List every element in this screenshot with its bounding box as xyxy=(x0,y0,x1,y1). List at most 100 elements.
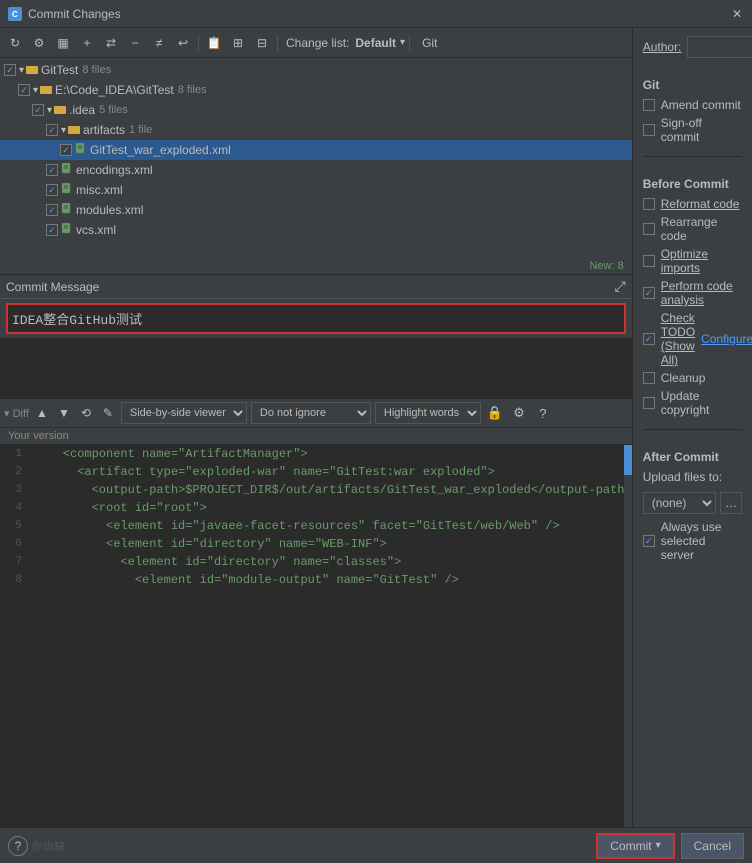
diff-line: 5 <element id="javaee-facet-resources" f… xyxy=(0,517,632,535)
cleanup-checkbox[interactable] xyxy=(643,372,655,384)
tree-checkbox[interactable]: ✓ xyxy=(4,64,16,76)
revert-button[interactable]: ↩ xyxy=(172,32,194,54)
upload-more-button[interactable]: … xyxy=(720,492,742,514)
diff-edit-button[interactable]: ✎ xyxy=(99,404,117,422)
bottom-left: ? 你尚缺 xyxy=(8,836,65,856)
tree-arrow-icon: ▾ xyxy=(47,105,52,116)
copyright-label[interactable]: Update copyright xyxy=(661,389,742,417)
refresh-button[interactable]: ↻ xyxy=(4,32,26,54)
file-icon xyxy=(61,163,73,178)
left-panel: ↻ ⚙ ▦ + ⇄ − ≠ ↩ 📋 ⊞ ⊟ Change list: Defau… xyxy=(0,28,633,827)
author-row: Author: xyxy=(643,36,742,58)
todo-row: ✓ Check TODO (Show All) Configure xyxy=(643,311,742,367)
tree-item[interactable]: ✓▾artifacts1 file xyxy=(0,120,632,140)
lock-icon[interactable]: 🔒 xyxy=(485,403,505,423)
tree-item[interactable]: ✓▾E:\Code_IDEA\GitTest8 files xyxy=(0,80,632,100)
cancel-button[interactable]: Cancel xyxy=(681,833,744,859)
reformat-checkbox[interactable] xyxy=(643,198,655,210)
show-all-button[interactable]: ⊟ xyxy=(251,32,273,54)
tree-item[interactable]: ✓modules.xml xyxy=(0,200,632,220)
settings-button[interactable]: ⚙ xyxy=(28,32,50,54)
gear-icon[interactable]: ⚙ xyxy=(509,403,529,423)
file-name: GitTest xyxy=(41,63,78,77)
close-button[interactable]: ✕ xyxy=(730,7,744,21)
watermark-text: 你尚缺 xyxy=(32,838,65,854)
cleanup-label[interactable]: Cleanup xyxy=(661,371,706,385)
new-badge: New: 8 xyxy=(0,258,632,275)
diff-title[interactable]: ▾ Diff xyxy=(4,407,29,420)
diff-up-button[interactable]: ▲ xyxy=(33,404,51,422)
show-diff-button[interactable]: ⊞ xyxy=(227,32,249,54)
group-button[interactable]: ▦ xyxy=(52,32,74,54)
analyze-checkbox[interactable]: ✓ xyxy=(643,287,655,299)
tree-checkbox[interactable]: ✓ xyxy=(46,204,58,216)
rearrange-label[interactable]: Rearrange code xyxy=(661,215,742,243)
window-icon: C xyxy=(8,7,22,21)
commit-message-text[interactable]: IDEA整合GitHub测试 xyxy=(12,309,620,328)
expand-icon[interactable]: ⤢ xyxy=(615,278,626,295)
tree-item[interactable]: ✓▾.idea5 files xyxy=(0,100,632,120)
file-icon xyxy=(68,123,80,138)
add-button[interactable]: + xyxy=(76,32,98,54)
todo-checkbox[interactable]: ✓ xyxy=(643,333,655,345)
commit-message-section: Commit Message ⤢ IDEA整合GitHub测试 xyxy=(0,275,632,399)
reformat-label[interactable]: Reformat code xyxy=(661,197,740,211)
move-button[interactable]: ⇄ xyxy=(100,32,122,54)
file-icon xyxy=(75,143,87,158)
help-diff-icon[interactable]: ? xyxy=(533,403,553,423)
history-button[interactable]: 📋 xyxy=(203,32,225,54)
viewer-select[interactable]: Side-by-side viewer Unified viewer xyxy=(121,402,247,424)
diff-scrollbar-thumb[interactable] xyxy=(624,445,632,475)
tree-item[interactable]: ✓▾GitTest8 files xyxy=(0,60,632,80)
ignore-select[interactable]: Do not ignore Ignore whitespace xyxy=(251,402,371,424)
upload-select[interactable]: (none) xyxy=(643,492,716,514)
diff-back-button[interactable]: ⟲ xyxy=(77,404,95,422)
amend-commit-row: Amend commit xyxy=(643,98,742,112)
tree-item[interactable]: ✓ GitTest_war_exploded.xml xyxy=(0,140,632,160)
remove-button[interactable]: − xyxy=(124,32,146,54)
amend-commit-label[interactable]: Amend commit xyxy=(661,98,741,112)
analyze-label[interactable]: Perform code analysis xyxy=(661,279,742,307)
rearrange-row: Rearrange code xyxy=(643,215,742,243)
file-name: GitTest_war_exploded.xml xyxy=(90,143,231,157)
tree-checkbox[interactable]: ✓ xyxy=(18,84,30,96)
commit-message-box[interactable]: IDEA整合GitHub测试 xyxy=(6,303,626,334)
file-tree[interactable]: ✓▾GitTest8 files✓▾E:\Code_IDEA\GitTest8 … xyxy=(0,58,632,258)
always-use-checkbox[interactable]: ✓ xyxy=(643,535,655,547)
diff-down-button[interactable]: ▼ xyxy=(55,404,73,422)
commit-button[interactable]: Commit ▾ xyxy=(596,833,674,859)
tree-checkbox[interactable]: ✓ xyxy=(60,144,72,156)
always-use-label[interactable]: Always use selected server xyxy=(661,520,742,562)
tree-checkbox[interactable]: ✓ xyxy=(46,164,58,176)
divider-1 xyxy=(643,156,742,157)
line-content: <artifact type="exploded-war" name="GitT… xyxy=(30,463,632,481)
tree-checkbox[interactable]: ✓ xyxy=(46,124,58,136)
file-name: vcs.xml xyxy=(76,223,116,237)
author-input[interactable] xyxy=(687,36,752,58)
line-content: <root id="root"> xyxy=(30,499,632,517)
tree-item[interactable]: ✓encodings.xml xyxy=(0,160,632,180)
help-button[interactable]: ? xyxy=(8,836,28,856)
tree-item[interactable]: ✓misc.xml xyxy=(0,180,632,200)
tree-checkbox[interactable]: ✓ xyxy=(32,104,44,116)
tree-checkbox[interactable]: ✓ xyxy=(46,184,58,196)
signoff-commit-label[interactable]: Sign-off commit xyxy=(661,116,742,144)
right-panel: Author: Git Amend commit Sign-off commit… xyxy=(633,28,752,827)
amend-commit-checkbox[interactable] xyxy=(643,99,655,111)
tree-item[interactable]: ✓ vcs.xml xyxy=(0,220,632,240)
signoff-commit-checkbox[interactable] xyxy=(643,124,655,136)
optimize-label[interactable]: Optimize imports xyxy=(661,247,742,275)
commit-message-extra-area[interactable] xyxy=(0,338,632,398)
highlight-select[interactable]: Highlight words Highlight lines xyxy=(375,402,481,424)
optimize-checkbox[interactable] xyxy=(643,255,655,267)
bottom-bar: ? 你尚缺 Commit ▾ Cancel xyxy=(0,827,752,863)
line-content: <element id="directory" name="classes"> xyxy=(30,553,632,571)
diff-content[interactable]: 1 <component name="ArtifactManager">2 <a… xyxy=(0,445,632,827)
tree-checkbox[interactable]: ✓ xyxy=(46,224,58,236)
diff-button[interactable]: ≠ xyxy=(148,32,170,54)
configure-link[interactable]: Configure xyxy=(701,332,752,346)
todo-label[interactable]: Check TODO (Show All) xyxy=(661,311,695,367)
rearrange-checkbox[interactable] xyxy=(643,223,655,235)
copyright-checkbox[interactable] xyxy=(643,397,655,409)
diff-scrollbar[interactable] xyxy=(624,445,632,827)
